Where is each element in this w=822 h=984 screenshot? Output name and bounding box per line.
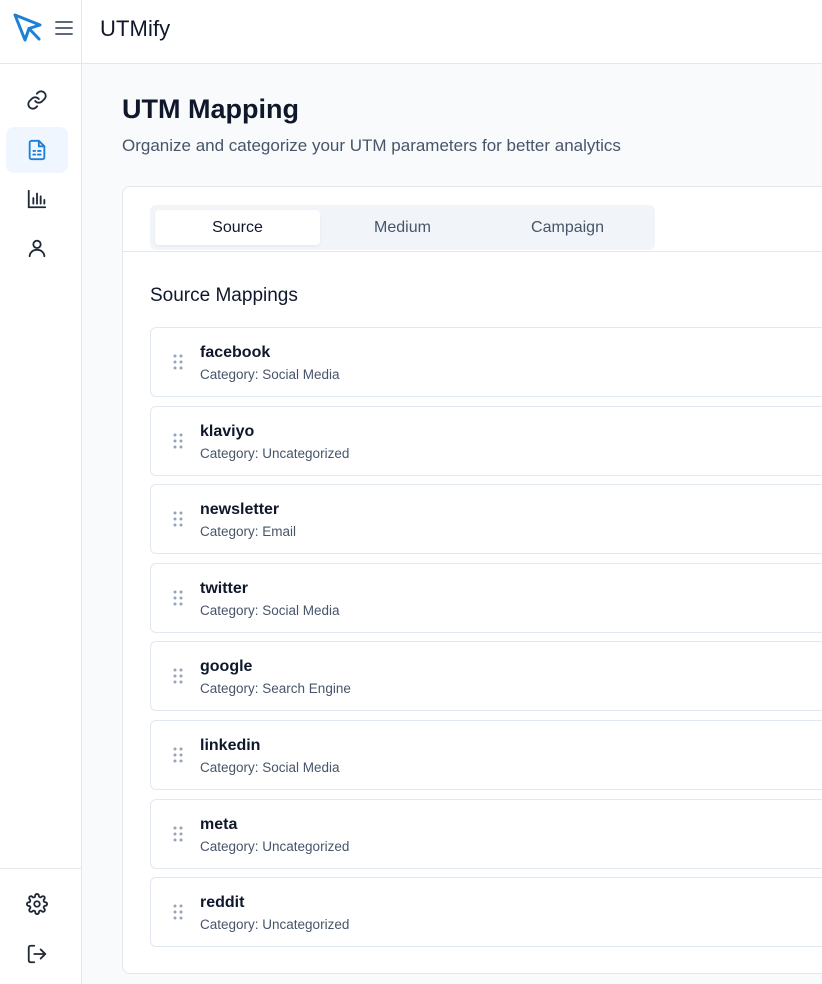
cursor-logo-icon[interactable] bbox=[12, 12, 44, 44]
sidebar-item-profile[interactable] bbox=[6, 225, 68, 271]
mapping-category: Category: Uncategorized bbox=[200, 446, 350, 461]
brand-zone bbox=[0, 0, 82, 64]
mapping-name: newsletter bbox=[200, 501, 280, 518]
mapping-card: Source Medium Campaign Source Mappings f… bbox=[122, 186, 822, 974]
mapping-name: twitter bbox=[200, 580, 248, 597]
mapping-name: linkedin bbox=[200, 737, 261, 754]
mapping-row[interactable]: newsletter Category: Email bbox=[150, 484, 822, 554]
mapping-category: Category: Social Media bbox=[200, 760, 340, 775]
mapping-category: Category: Search Engine bbox=[200, 681, 351, 696]
mapping-name: google bbox=[200, 658, 253, 675]
sidebar-item-logout[interactable] bbox=[6, 931, 68, 977]
tab-list: Source Medium Campaign bbox=[150, 205, 655, 250]
tabs-bar: Source Medium Campaign bbox=[123, 187, 822, 252]
bar-chart-icon bbox=[27, 189, 47, 209]
mapping-category: Category: Email bbox=[200, 524, 297, 539]
drag-handle-icon[interactable] bbox=[172, 511, 184, 527]
mapping-name: facebook bbox=[200, 344, 271, 361]
link-icon bbox=[27, 90, 47, 110]
sidebar-item-analytics[interactable] bbox=[6, 176, 68, 222]
drag-handle-icon[interactable] bbox=[172, 904, 184, 920]
drag-handle-icon[interactable] bbox=[172, 747, 184, 763]
drag-handle-icon[interactable] bbox=[172, 668, 184, 684]
mapping-row[interactable]: reddit Category: Uncategorized bbox=[150, 877, 822, 947]
app-title: UTMify bbox=[100, 16, 171, 41]
mapping-row[interactable]: google Category: Search Engine bbox=[150, 641, 822, 711]
mapping-row[interactable]: klaviyo Category: Uncategorized bbox=[150, 406, 822, 476]
app-root: UTMify UTM Mapping Organize and categori… bbox=[0, 0, 822, 984]
sidebar-item-links[interactable] bbox=[6, 77, 68, 123]
document-icon bbox=[28, 139, 46, 161]
top-header: UTMify bbox=[0, 0, 822, 64]
section-title: Source Mappings bbox=[150, 285, 298, 306]
drag-handle-icon[interactable] bbox=[172, 826, 184, 842]
mapping-name: meta bbox=[200, 816, 238, 833]
sidebar-item-settings[interactable] bbox=[6, 881, 68, 927]
logout-icon bbox=[27, 944, 47, 964]
drag-handle-icon[interactable] bbox=[172, 354, 184, 370]
hamburger-menu-icon[interactable] bbox=[54, 18, 74, 38]
mapping-category: Category: Uncategorized bbox=[200, 839, 350, 854]
sidebar bbox=[0, 64, 82, 984]
tab-campaign[interactable]: Campaign bbox=[485, 210, 650, 245]
sidebar-divider bbox=[0, 868, 81, 869]
tab-medium[interactable]: Medium bbox=[320, 210, 485, 245]
user-icon bbox=[28, 239, 46, 258]
sidebar-item-mapping[interactable] bbox=[6, 127, 68, 173]
mapping-name: reddit bbox=[200, 894, 245, 911]
drag-handle-icon[interactable] bbox=[172, 590, 184, 606]
mapping-category: Category: Social Media bbox=[200, 603, 340, 618]
mapping-row[interactable]: meta Category: Uncategorized bbox=[150, 799, 822, 869]
mapping-category: Category: Social Media bbox=[200, 367, 340, 382]
drag-handle-icon[interactable] bbox=[172, 433, 184, 449]
mapping-name: klaviyo bbox=[200, 423, 255, 440]
mapping-row[interactable]: facebook Category: Social Media bbox=[150, 327, 822, 397]
mapping-row[interactable]: twitter Category: Social Media bbox=[150, 563, 822, 633]
gear-icon bbox=[26, 893, 48, 915]
mapping-row[interactable]: linkedin Category: Social Media bbox=[150, 720, 822, 790]
page-title: UTM Mapping bbox=[122, 94, 299, 124]
tab-source[interactable]: Source bbox=[155, 210, 320, 245]
mapping-category: Category: Uncategorized bbox=[200, 917, 350, 932]
page-subtitle: Organize and categorize your UTM paramet… bbox=[122, 136, 621, 155]
